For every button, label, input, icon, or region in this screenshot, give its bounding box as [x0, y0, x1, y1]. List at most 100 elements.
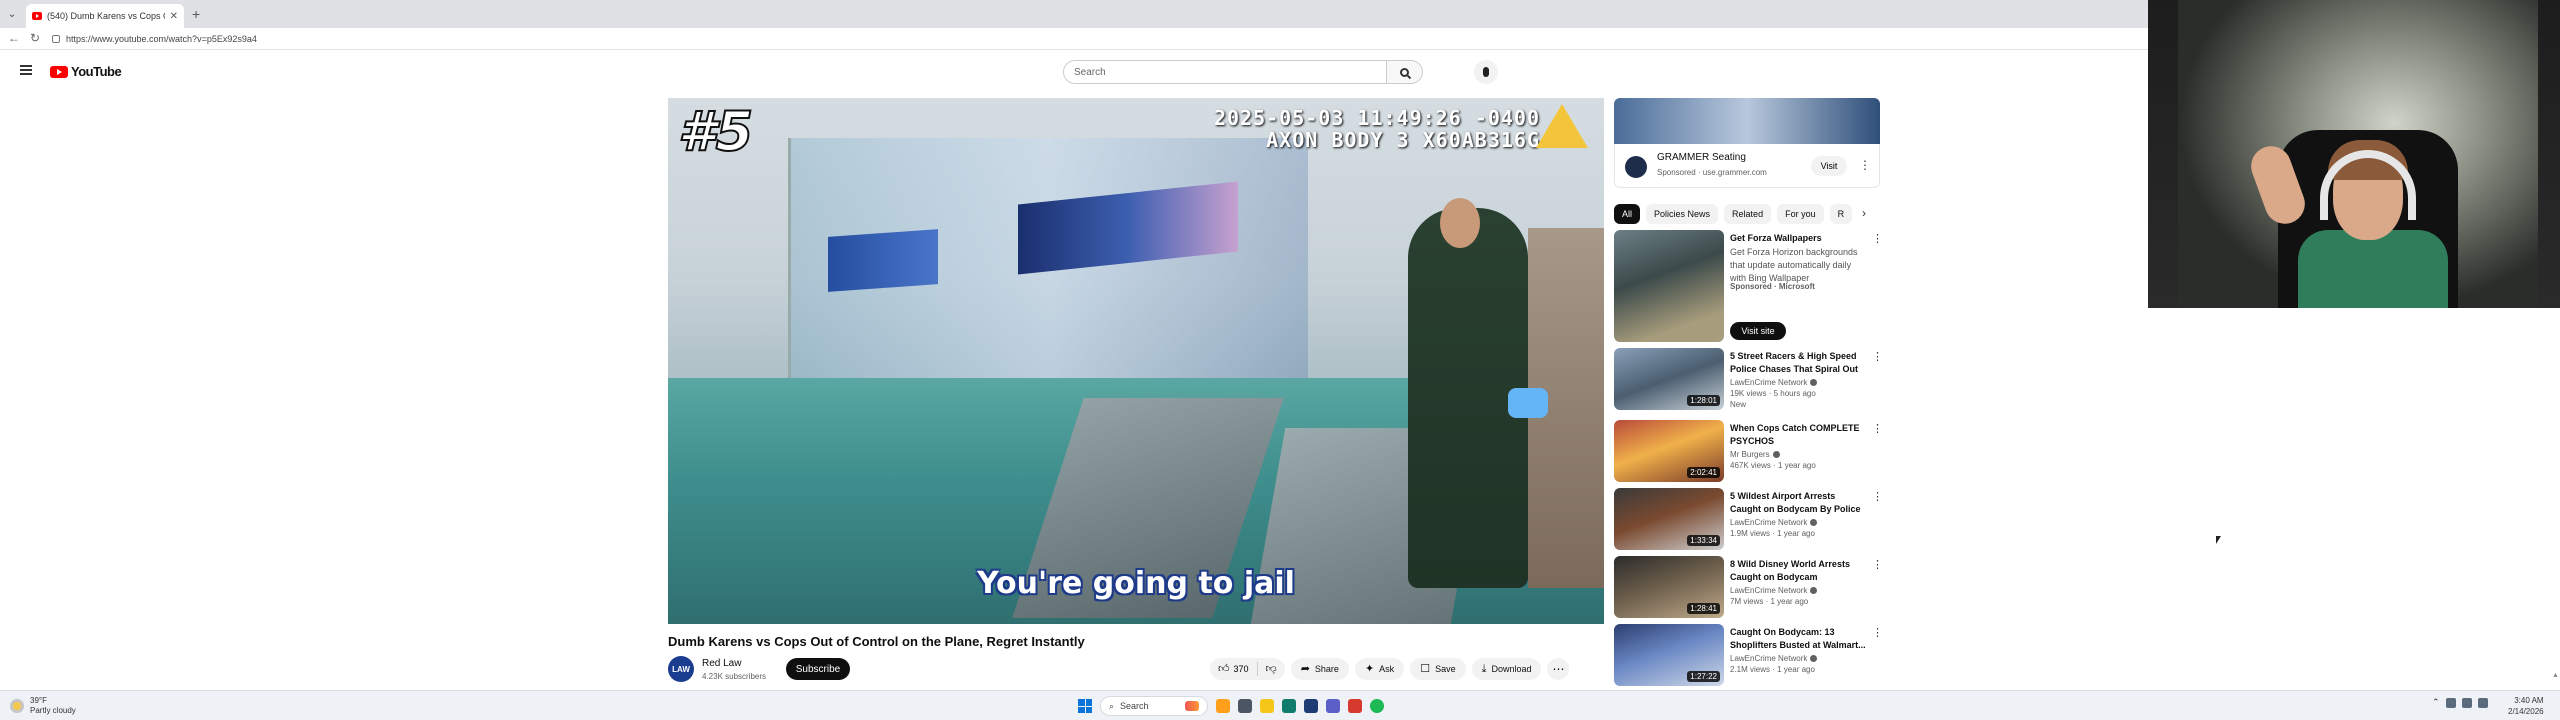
- ask-button[interactable]: ✦ Ask: [1354, 658, 1405, 680]
- video-thumbnail[interactable]: 1:28:41: [1614, 556, 1724, 618]
- reload-icon[interactable]: ↻: [30, 31, 40, 45]
- volume-icon[interactable]: [2461, 697, 2472, 708]
- rec-more-icon[interactable]: ⋮: [1872, 490, 1883, 503]
- save-button[interactable]: ☐ Save: [1410, 658, 1466, 680]
- list-item[interactable]: 1:33:34 5 Wildest Airport Arrests Caught…: [1614, 488, 1883, 552]
- edge-browser-icon[interactable]: [1282, 699, 1296, 713]
- task-view-icon[interactable]: [1238, 699, 1252, 713]
- search-input[interactable]: Search: [1063, 60, 1387, 84]
- verified-icon: [1810, 519, 1818, 527]
- rec-more-icon[interactable]: ⋮: [1872, 422, 1883, 435]
- tab-list-icon[interactable]: ⌄: [4, 6, 20, 22]
- windows-start-icon[interactable]: [1078, 699, 1092, 713]
- video-title: Dumb Karens vs Cops Out of Control on th…: [668, 634, 1085, 649]
- channel-name[interactable]: Red Law: [702, 658, 741, 669]
- share-button[interactable]: ➦ Share: [1290, 658, 1349, 680]
- chip-all[interactable]: All: [1614, 204, 1641, 224]
- sparkle-icon: ✦: [1364, 662, 1375, 675]
- verified-icon: [1772, 451, 1780, 459]
- ad-banner-image[interactable]: [1614, 98, 1880, 144]
- ad-more-icon[interactable]: ⋮: [1859, 158, 1871, 172]
- rec-more-icon[interactable]: ⋮: [1872, 626, 1883, 639]
- taskbar-center: ⌕ Search: [1078, 696, 1384, 716]
- back-icon[interactable]: ←: [8, 31, 20, 45]
- video-frame-glove: [1508, 388, 1548, 418]
- browser-tab-active[interactable]: (540) Dumb Karens vs Cops O ✕: [26, 4, 184, 28]
- axon-logo-icon: [1536, 104, 1588, 148]
- youtube-logo-text: YouTube: [71, 64, 122, 79]
- like-button[interactable]: 👍︎ 370: [1210, 662, 1258, 676]
- visit-site-button[interactable]: Visit site: [1730, 322, 1786, 340]
- video-thumbnail[interactable]: 1:33:34: [1614, 488, 1724, 550]
- ad-title[interactable]: GRAMMER Seating: [1657, 152, 1746, 163]
- rec-title[interactable]: 5 Street Racers & High Speed Police Chas…: [1730, 350, 1866, 376]
- new-tab-icon[interactable]: +: [192, 6, 200, 22]
- list-item[interactable]: 2:02:41 When Cops Catch COMPLETE PSYCHOS…: [1614, 420, 1883, 484]
- address-bar: ← ↻ https://www.youtube.com/watch?v=p5Ex…: [0, 28, 2148, 50]
- duration-badge: 1:33:34: [1687, 535, 1720, 546]
- video-player[interactable]: #5 2025-05-03 11:49:26 -0400 AXON BODY 3…: [668, 98, 1604, 624]
- rec-more-icon[interactable]: ⋮: [1872, 558, 1883, 571]
- taskbar-clock[interactable]: 3:40 AM 2/14/2026: [2508, 695, 2544, 717]
- rec-title[interactable]: Caught On Bodycam: 13 Shoplifters Busted…: [1730, 626, 1866, 652]
- video-frame-officer-head: [1440, 198, 1480, 248]
- discord-icon[interactable]: [1326, 699, 1340, 713]
- app-icon-red[interactable]: [1348, 699, 1362, 713]
- file-explorer-icon[interactable]: [1260, 699, 1274, 713]
- chevron-right-icon[interactable]: ›: [1862, 206, 1866, 220]
- chip-policies-news[interactable]: Policies News: [1646, 204, 1719, 224]
- ad-meta: Sponsored · use.grammer.com: [1657, 168, 1767, 177]
- store-icon[interactable]: [1304, 699, 1318, 713]
- partly-cloudy-icon: [10, 699, 24, 713]
- rec-meta: 1.9M views · 1 year ago: [1730, 529, 1815, 538]
- list-item-sponsored[interactable]: Get Forza Wallpapers Get Forza Horizon b…: [1614, 230, 1883, 344]
- rec-more-icon[interactable]: ⋮: [1872, 232, 1883, 245]
- video-thumbnail[interactable]: 1:27:22: [1614, 624, 1724, 686]
- search-button[interactable]: [1387, 60, 1423, 84]
- dislike-button[interactable]: 👎︎: [1258, 663, 1285, 675]
- rec-channel-name: LawEnCrime Network: [1730, 518, 1808, 527]
- rec-channel: LawEnCrime Network: [1730, 378, 1818, 387]
- battery-icon[interactable]: [2477, 697, 2488, 708]
- chip-more[interactable]: R: [1829, 204, 1853, 224]
- chip-for-you[interactable]: For you: [1777, 204, 1824, 224]
- youtube-favicon-icon: [32, 12, 42, 20]
- channel-avatar[interactable]: LAW: [668, 656, 694, 682]
- url-field[interactable]: https://www.youtube.com/watch?v=p5Ex92s9…: [52, 31, 2132, 47]
- video-thumbnail[interactable]: 1:28:01: [1614, 348, 1724, 410]
- rec-channel: LawEnCrime Network: [1730, 518, 1818, 527]
- bookmark-icon: ☐: [1420, 662, 1431, 675]
- chevron-up-icon[interactable]: ⌃: [2432, 697, 2440, 708]
- ad-visit-button[interactable]: Visit: [1811, 156, 1847, 176]
- scroll-up-icon[interactable]: ▲: [2552, 672, 2559, 679]
- video-thumbnail[interactable]: [1614, 230, 1724, 342]
- weather-widget[interactable]: 39°F Partly cloudy: [10, 696, 76, 716]
- hamburger-menu-icon[interactable]: [20, 65, 32, 75]
- list-item[interactable]: 1:28:01 5 Street Racers & High Speed Pol…: [1614, 348, 1883, 412]
- more-actions-button[interactable]: ⋯: [1547, 658, 1570, 680]
- voice-search-button[interactable]: [1474, 60, 1498, 84]
- copilot-icon[interactable]: [1216, 699, 1230, 713]
- rec-title[interactable]: When Cops Catch COMPLETE PSYCHOS: [1730, 422, 1866, 448]
- rec-title[interactable]: Get Forza Wallpapers: [1730, 232, 1866, 245]
- rec-title[interactable]: 8 Wild Disney World Arrests Caught on Bo…: [1730, 558, 1866, 584]
- video-thumbnail[interactable]: 2:02:41: [1614, 420, 1724, 482]
- search-highlight-icon: [1185, 701, 1199, 711]
- rec-title[interactable]: 5 Wildest Airport Arrests Caught on Body…: [1730, 490, 1866, 516]
- subscribe-button[interactable]: Subscribe: [786, 658, 850, 680]
- webcam-person-shirt: [2298, 230, 2448, 308]
- rec-more-icon[interactable]: ⋮: [1872, 350, 1883, 363]
- close-tab-icon[interactable]: ✕: [170, 11, 178, 22]
- verified-icon: [1810, 379, 1818, 387]
- taskbar-search[interactable]: ⌕ Search: [1100, 696, 1208, 716]
- ask-label: Ask: [1379, 664, 1395, 674]
- network-icon[interactable]: [2445, 697, 2456, 708]
- chip-related[interactable]: Related: [1724, 204, 1772, 224]
- share-label: Share: [1314, 664, 1339, 674]
- list-item[interactable]: 1:28:41 8 Wild Disney World Arrests Caug…: [1614, 556, 1883, 620]
- download-button[interactable]: ⤓ Download: [1471, 658, 1542, 680]
- spotify-icon[interactable]: [1370, 699, 1384, 713]
- rec-channel-name: LawEnCrime Network: [1730, 378, 1808, 387]
- youtube-logo[interactable]: YouTube: [50, 64, 122, 79]
- list-item[interactable]: 1:27:22 Caught On Bodycam: 13 Shoplifter…: [1614, 624, 1883, 688]
